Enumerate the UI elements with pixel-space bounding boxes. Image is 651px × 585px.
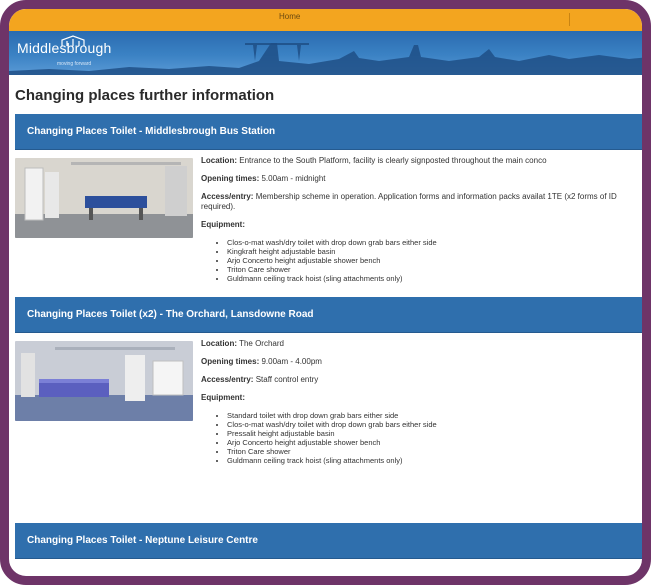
device-frame: Home Middlesbrough moving forward Changi… bbox=[0, 0, 651, 585]
list-item: Standard toilet with drop down grab bars… bbox=[227, 411, 642, 420]
list-item: Arjo Concerto height adjustable shower b… bbox=[227, 438, 642, 447]
site-banner: Middlesbrough moving forward bbox=[9, 31, 642, 75]
section-heading-neptune: Changing Places Toilet - Neptune Leisure… bbox=[15, 523, 642, 559]
list-item: Triton Care shower bbox=[227, 447, 642, 456]
list-item: Triton Care shower bbox=[227, 265, 642, 274]
site-tagline: moving forward bbox=[57, 61, 92, 67]
list-item: Pressalit height adjustable basin bbox=[227, 429, 642, 438]
equipment-list: Clos-o-mat wash/dry toilet with drop dow… bbox=[215, 238, 642, 283]
list-item: Guldmann ceiling track hoist (sling atta… bbox=[227, 456, 642, 465]
location-value: The Orchard bbox=[239, 339, 284, 348]
list-item: Guldmann ceiling track hoist (sling atta… bbox=[227, 274, 642, 283]
access-label: Access/entry: bbox=[201, 192, 254, 201]
list-item: Clos-o-mat wash/dry toilet with drop dow… bbox=[227, 420, 642, 429]
section-heading-bus-station: Changing Places Toilet - Middlesbrough B… bbox=[15, 114, 642, 150]
facility-details: Location: The Orchard Opening times: 9.0… bbox=[201, 339, 642, 465]
opening-times-value: 9.00am - 4.00pm bbox=[261, 357, 322, 366]
nav-divider bbox=[569, 13, 570, 26]
page-title: Changing places further information bbox=[15, 87, 275, 104]
main-content: Changing places further information Chan… bbox=[9, 75, 642, 559]
list-item: Kingkraft height adjustable basin bbox=[227, 247, 642, 256]
facility-entry-bus-station: Location: Entrance to the South Platform… bbox=[15, 150, 642, 297]
location-label: Location: bbox=[201, 339, 237, 348]
equipment-label: Equipment: bbox=[201, 220, 245, 229]
section-heading-the-orchard: Changing Places Toilet (x2) - The Orchar… bbox=[15, 297, 642, 333]
location-value: Entrance to the South Platform, facility… bbox=[239, 156, 547, 165]
access-label: Access/entry: bbox=[201, 375, 254, 384]
equipment-list: Standard toilet with drop down grab bars… bbox=[215, 411, 642, 465]
list-item: Arjo Concerto height adjustable shower b… bbox=[227, 256, 642, 265]
home-link[interactable]: Home bbox=[279, 12, 300, 21]
facility-entry-the-orchard: Location: The Orchard Opening times: 9.0… bbox=[15, 333, 642, 523]
list-item: Clos-o-mat wash/dry toilet with drop dow… bbox=[227, 238, 642, 247]
opening-times-label: Opening times: bbox=[201, 174, 260, 183]
facility-photo bbox=[15, 341, 193, 421]
access-value: Membership scheme in operation. Applicat… bbox=[201, 192, 617, 211]
equipment-label: Equipment: bbox=[201, 393, 245, 402]
facility-details: Location: Entrance to the South Platform… bbox=[201, 156, 642, 283]
top-nav-bar: Home bbox=[9, 9, 642, 31]
site-logo[interactable]: Middlesbrough bbox=[17, 40, 111, 56]
location-label: Location: bbox=[201, 156, 237, 165]
opening-times-label: Opening times: bbox=[201, 357, 260, 366]
opening-times-value: 5.00am - midnight bbox=[261, 174, 326, 183]
facility-photo bbox=[15, 158, 193, 238]
access-value: Staff control entry bbox=[255, 375, 319, 384]
